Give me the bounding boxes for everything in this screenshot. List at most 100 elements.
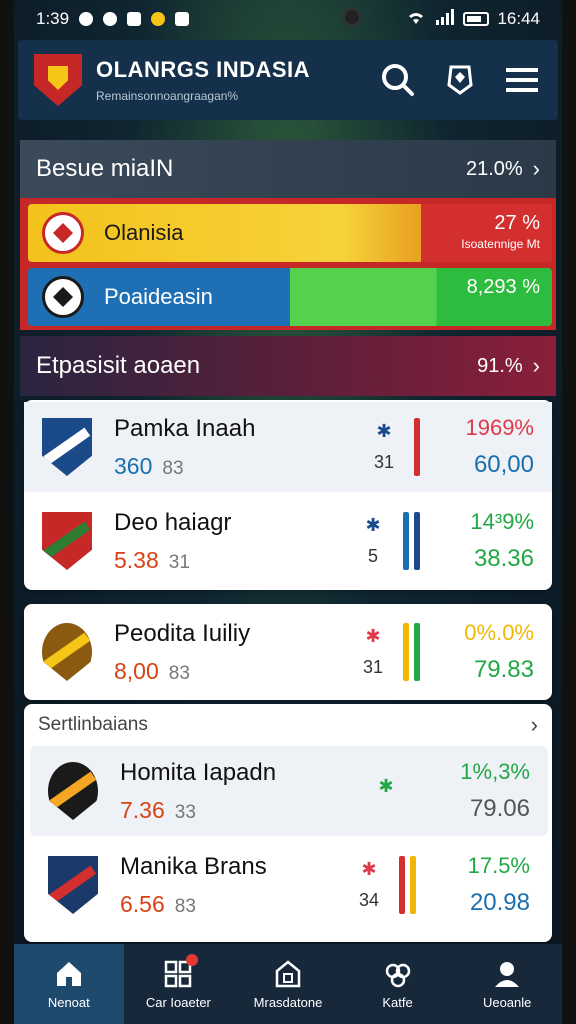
signal-icon <box>435 8 455 30</box>
team-score-sub: 83 <box>174 895 196 917</box>
record-icon <box>103 12 118 26</box>
status-time: 1:39 <box>36 9 70 28</box>
team-score: 6.56 <box>120 890 165 917</box>
nav-label: Car Ioaeter <box>145 994 211 1010</box>
notification-dot <box>185 954 198 966</box>
chevron-right-icon: › <box>532 156 540 181</box>
team-name: Pamka Inaah <box>114 414 256 442</box>
home-icon <box>56 961 81 986</box>
trend-value: 31 <box>362 657 384 677</box>
notification-icon <box>79 12 94 26</box>
team-name: Poaideasin <box>104 284 213 309</box>
trend-arrow-icon: ✱ <box>376 421 392 441</box>
bottom-nav: Nenoat Car Ioaeter Mrasdatone Katfe Ueoa… <box>14 944 562 1024</box>
team-name: Homita Iapadn <box>120 758 277 786</box>
profile-icon <box>495 961 520 987</box>
team-shield-icon <box>48 856 98 914</box>
team-score: 7.36 <box>120 796 165 823</box>
team-name: Deo haiagr <box>114 508 232 536</box>
team-row[interactable]: Pamka Inaah 360 83 ✱ 31 1969% 60,00 <box>24 402 552 492</box>
trend-arrow-icon: ✱ <box>365 626 381 646</box>
trend-bars <box>414 418 420 476</box>
app-title: OLANRGS INDASIA <box>96 57 311 82</box>
section-title: Etpasisit aoaen <box>36 352 201 379</box>
menu-button[interactable] <box>502 60 542 100</box>
section-header-expansion[interactable]: Etpasisit aoaen 91.% › <box>20 336 556 396</box>
team-percent: 8,293 % <box>466 276 540 298</box>
team-value: 79.83 <box>473 656 534 683</box>
team-shield-icon <box>42 512 92 570</box>
team-badge-icon <box>42 276 84 318</box>
bezel-left <box>0 0 14 1024</box>
nav-item-home[interactable]: Nenoat <box>14 944 124 1024</box>
chevron-right-icon: › <box>532 353 540 378</box>
team-score: 8,00 <box>114 657 159 684</box>
team-row[interactable]: Manika Brans 6.56 83 ✱ 34 17.5% 20.98 <box>30 840 548 930</box>
trophy-icon <box>447 65 473 95</box>
section-title: Besue miaIN <box>36 155 174 182</box>
nav-label: Katfe <box>382 994 413 1010</box>
team-score-sub: 33 <box>174 801 196 823</box>
trend-value: 34 <box>358 890 380 910</box>
team-crest-icon <box>48 762 98 820</box>
nav-item-gift[interactable]: Katfe <box>343 944 453 1024</box>
team-list-card: Pamka Inaah 360 83 ✱ 31 1969% 60,00 Deo h… <box>24 400 552 590</box>
app-logo <box>34 54 82 106</box>
app-icon <box>127 12 142 26</box>
chevron-right-icon: › <box>530 712 538 737</box>
team-row[interactable]: Homita Iapadn 7.36 33 ✱ 1%,3% 79.06 <box>30 746 548 836</box>
team-percent: 1969% <box>465 415 534 440</box>
square-icon <box>175 12 190 26</box>
team-row[interactable]: Deo haiagr 5.38 31 ✱ 5 14³9% 38.36 <box>24 496 552 586</box>
team-percent: 1%,3% <box>460 759 530 784</box>
subsection-header[interactable]: Sertlinbaians › <box>38 710 538 740</box>
team-score-sub: 31 <box>168 551 190 573</box>
team-value: 79.06 <box>469 795 530 822</box>
team-list-card: Peodita Iuiliy 8,00 83 ✱ 31 0%.0% 79.83 <box>24 604 552 700</box>
status-bar: 1:39 16:44 <box>14 0 562 38</box>
team-badge-icon <box>42 212 84 254</box>
nav-item-dashboard[interactable]: Car Ioaeter <box>124 944 234 1024</box>
phone-screen: 1:39 16:44 OLANRGS INDASIA Remainsonnoan… <box>0 0 576 1024</box>
team-value: 60,00 <box>473 451 534 478</box>
team-percent: 27 % <box>494 212 540 234</box>
trend-bars <box>399 856 416 914</box>
team-crest-icon <box>42 623 92 681</box>
section-header-best[interactable]: Besue miaIN 21.0% › <box>20 140 556 198</box>
nav-item-profile[interactable]: Ueoanle <box>452 944 562 1024</box>
trend-bars <box>403 512 420 570</box>
comparison-row[interactable]: Poaideasin 8,293 % <box>28 268 552 326</box>
section-value: 91.% <box>477 354 523 377</box>
search-button[interactable] <box>378 60 418 100</box>
bezel-right <box>562 0 576 1024</box>
trophy-button[interactable] <box>440 60 480 100</box>
team-value: 38.36 <box>473 545 534 572</box>
app-subtitle: Remainsonnoangraagan% <box>96 89 239 103</box>
team-score: 360 <box>114 452 153 479</box>
nav-label: Ueoanle <box>482 994 532 1010</box>
trend-arrow-icon: ✱ <box>378 775 394 796</box>
team-name: Olanisia <box>104 220 184 245</box>
team-name: Peodita Iuiliy <box>114 619 251 647</box>
team-percent: 0%.0% <box>464 620 534 645</box>
comparison-row[interactable]: Olanisia 27 % Isoatennige Mt <box>28 204 552 262</box>
wifi-icon <box>405 9 427 30</box>
alert-icon <box>151 12 166 26</box>
team-score-sub: 83 <box>168 662 190 684</box>
nav-label: Nenoat <box>47 994 90 1010</box>
nav-item-building[interactable]: Mrasdatone <box>233 944 343 1024</box>
team-shield-icon <box>42 418 92 476</box>
trend-bars <box>403 623 420 681</box>
section-value: 21.0% <box>465 157 523 180</box>
team-percent: 14³9% <box>470 509 534 534</box>
team-score-sub: 83 <box>162 457 184 479</box>
front-camera <box>343 8 361 26</box>
team-name: Manika Brans <box>120 852 267 880</box>
battery-icon <box>463 12 490 26</box>
trend-arrow-icon: ✱ <box>365 515 381 535</box>
team-subtext: Isoatennige Mt <box>461 237 540 251</box>
team-percent: 17.5% <box>467 853 530 878</box>
trend-value: 31 <box>373 452 395 472</box>
subsection-title: Sertlinbaians <box>38 714 148 735</box>
team-row[interactable]: Peodita Iuiliy 8,00 83 ✱ 31 0%.0% 79.83 <box>24 607 552 697</box>
